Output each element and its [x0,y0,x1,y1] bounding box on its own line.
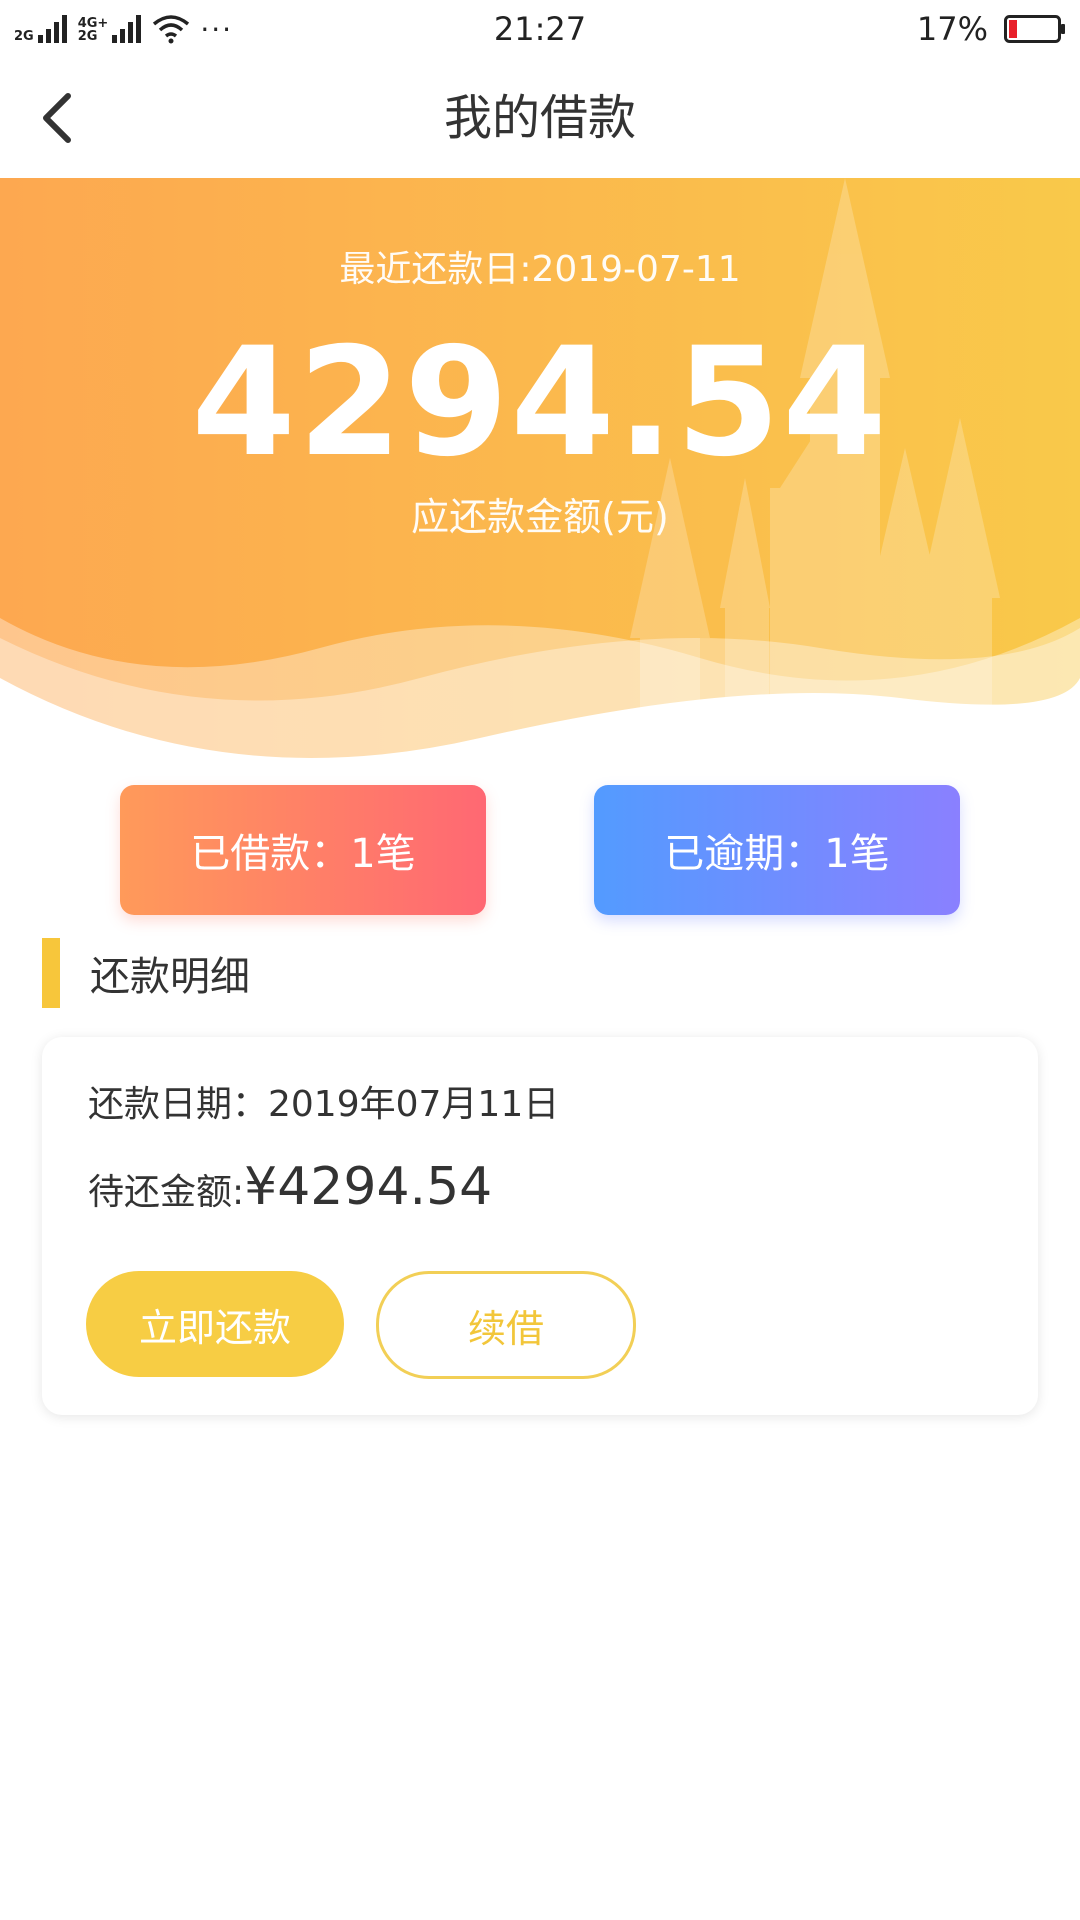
status-right: 17% [917,8,1066,50]
repayment-card: 还款日期：2019年07月11日 待还金额: ¥4294.54 立即还款 续借 [42,1037,1038,1415]
status-bar: 2G 4G+ 2G ··· 21:27 17% [0,0,1080,58]
section-accent-bar [42,938,60,1008]
overdue-count-button[interactable]: 已逾期：1笔 [594,785,960,915]
repay-amount-label: 待还金额: [88,1172,245,1213]
page-title: 我的借款 [443,90,636,146]
pay-now-button[interactable]: 立即还款 [86,1271,344,1377]
repay-amount-value: ¥4294.54 [244,1157,493,1217]
repay-amount-row: 待还金额: ¥4294.54 [88,1157,492,1217]
borrowed-count-button[interactable]: 已借款：1笔 [120,785,486,915]
repay-date: 还款日期：2019年07月11日 [88,1084,560,1125]
nav-bar: 我的借款 [0,58,1080,178]
battery-icon [1004,15,1065,43]
loan-summary-banner: 最近还款日:2019-07-11 4294.54 应还款金额(元) [0,178,1080,758]
next-repay-date: 最近还款日:2019-07-11 [339,249,741,290]
section-header: 还款明细 [42,938,250,1008]
amount-due: 4294.54 [191,316,889,490]
battery-percent: 17% [916,10,988,48]
amount-due-caption: 应还款金额(元) [411,495,669,539]
section-title: 还款明细 [90,954,250,1000]
renew-loan-button[interactable]: 续借 [376,1271,636,1379]
